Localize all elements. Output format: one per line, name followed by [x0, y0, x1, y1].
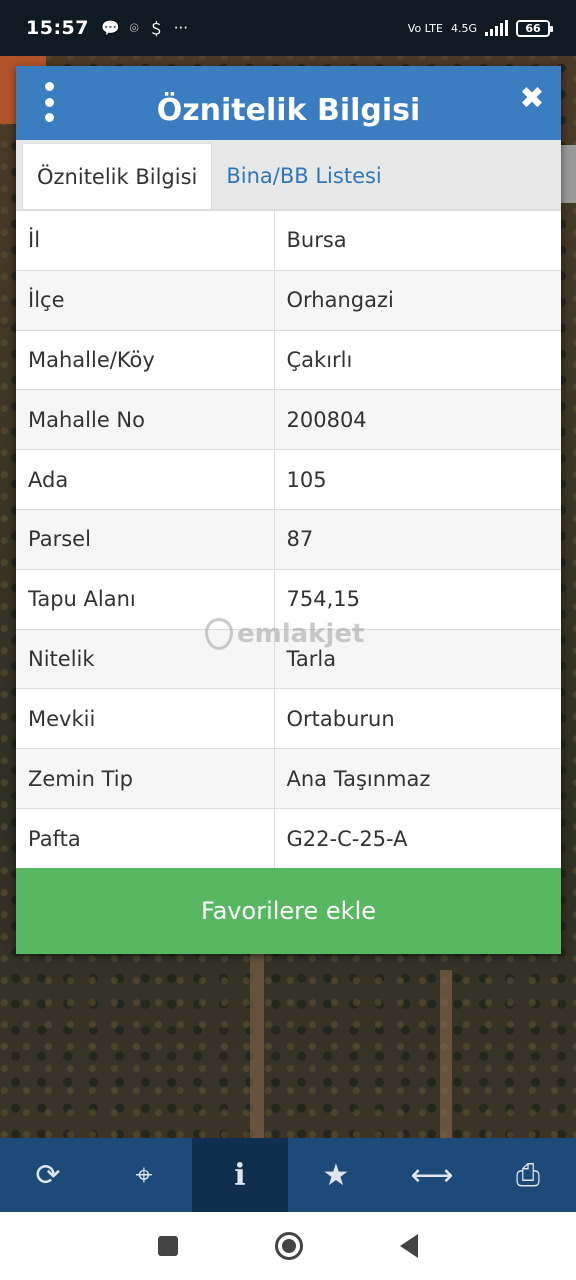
attribute-value: Ana Taşınmaz [274, 748, 561, 809]
attribute-key: İlçe [16, 269, 275, 331]
menu-dots-icon[interactable] [42, 82, 56, 122]
attribute-dialog: Öznitelik Bilgisi ✖ Öznitelik Bilgisi Bi… [16, 66, 561, 954]
attribute-value: Ortaburun [274, 688, 561, 749]
recents-button[interactable] [158, 1236, 179, 1256]
status-time: 15:57 [26, 17, 89, 39]
table-row: Mevkii Ortaburun [16, 688, 561, 749]
attribute-table: İl Bursa İlçe Orhangazi Mahalle/Köy Çakırlı Ma… [16, 210, 561, 869]
star-icon[interactable]: ★ [288, 1138, 384, 1212]
table-row: Mahalle/Köy Çakırlı [16, 329, 561, 390]
refresh-icon[interactable]: ⟳ [0, 1138, 96, 1212]
attribute-value: Bursa [274, 210, 561, 271]
close-icon[interactable]: ✖ [517, 84, 547, 114]
attribute-value: 87 [274, 508, 561, 570]
dialog-tabs: Öznitelik Bilgisi Bina/BB Listesi [16, 140, 561, 210]
add-favorite-button[interactable]: Favorilere ekle [16, 868, 561, 954]
tab-attribute-info[interactable]: Öznitelik Bilgisi [22, 143, 213, 209]
more-dots-icon: ··· [173, 19, 189, 37]
android-nav-bar [0, 1212, 576, 1280]
attribute-value: Çakırlı [274, 329, 561, 390]
attribute-key: Zemin Tip [16, 748, 275, 809]
dialog-header: Öznitelik Bilgisi ✖ [16, 66, 561, 140]
attribute-value: 200804 [274, 389, 561, 450]
table-row: İl Bursa [16, 210, 561, 271]
attribute-key: Mahalle No [16, 389, 275, 450]
location-alert-icon: ⌾ [129, 19, 139, 37]
network-type: 4.5G [450, 21, 477, 35]
dollar-app-icon: ＄ [148, 19, 164, 38]
attribute-value: Orhangazi [274, 269, 561, 331]
battery-icon: 66 [516, 19, 553, 37]
table-row: Pafta G22-C-25-A [16, 807, 561, 869]
attribute-key: Pafta [16, 807, 275, 869]
dialog-title: Öznitelik Bilgisi [156, 92, 421, 128]
table-row: Zemin Tip Ana Taşınmaz [16, 748, 561, 809]
table-row: Mahalle No 200804 [16, 389, 561, 450]
print-icon[interactable]: ⎙ [480, 1138, 576, 1212]
table-row: Parsel 87 [16, 508, 561, 570]
attribute-key: Ada [16, 449, 275, 510]
watermark-text: emlakjet [237, 619, 365, 649]
attribute-key: Mahalle/Köy [16, 329, 275, 390]
attribute-key: Mevkii [16, 688, 275, 749]
back-button[interactable] [399, 1234, 418, 1258]
status-bar: 15:57 💬 ⌾ ＄ ··· Vo LTE 4.5G 66 [0, 0, 576, 56]
info-icon[interactable]: i [192, 1138, 288, 1212]
home-button[interactable] [274, 1232, 303, 1260]
battery-level: 66 [525, 21, 541, 35]
table-row: Ada 105 [16, 449, 561, 510]
table-row: İlçe Orhangazi [16, 269, 561, 331]
volte-indicator: Vo LTE [407, 21, 443, 35]
bottom-toolbar: ⟳ ⌖ i ★ ⟷ ⎙ [0, 1138, 576, 1212]
measure-icon[interactable]: ⟷ [384, 1138, 480, 1212]
signal-icon [485, 20, 508, 36]
locate-icon[interactable]: ⌖ [96, 1138, 192, 1212]
tab-building-list[interactable]: Bina/BB Listesi [212, 143, 395, 209]
watermark-pin-icon [205, 618, 233, 650]
watermark: emlakjet [205, 618, 364, 650]
attribute-value: 105 [274, 449, 561, 510]
attribute-value: G22-C-25-A [274, 807, 561, 869]
attribute-key: Parsel [16, 508, 275, 570]
attribute-key: İl [16, 210, 275, 271]
chat-bubble-icon: 💬 [100, 19, 120, 37]
